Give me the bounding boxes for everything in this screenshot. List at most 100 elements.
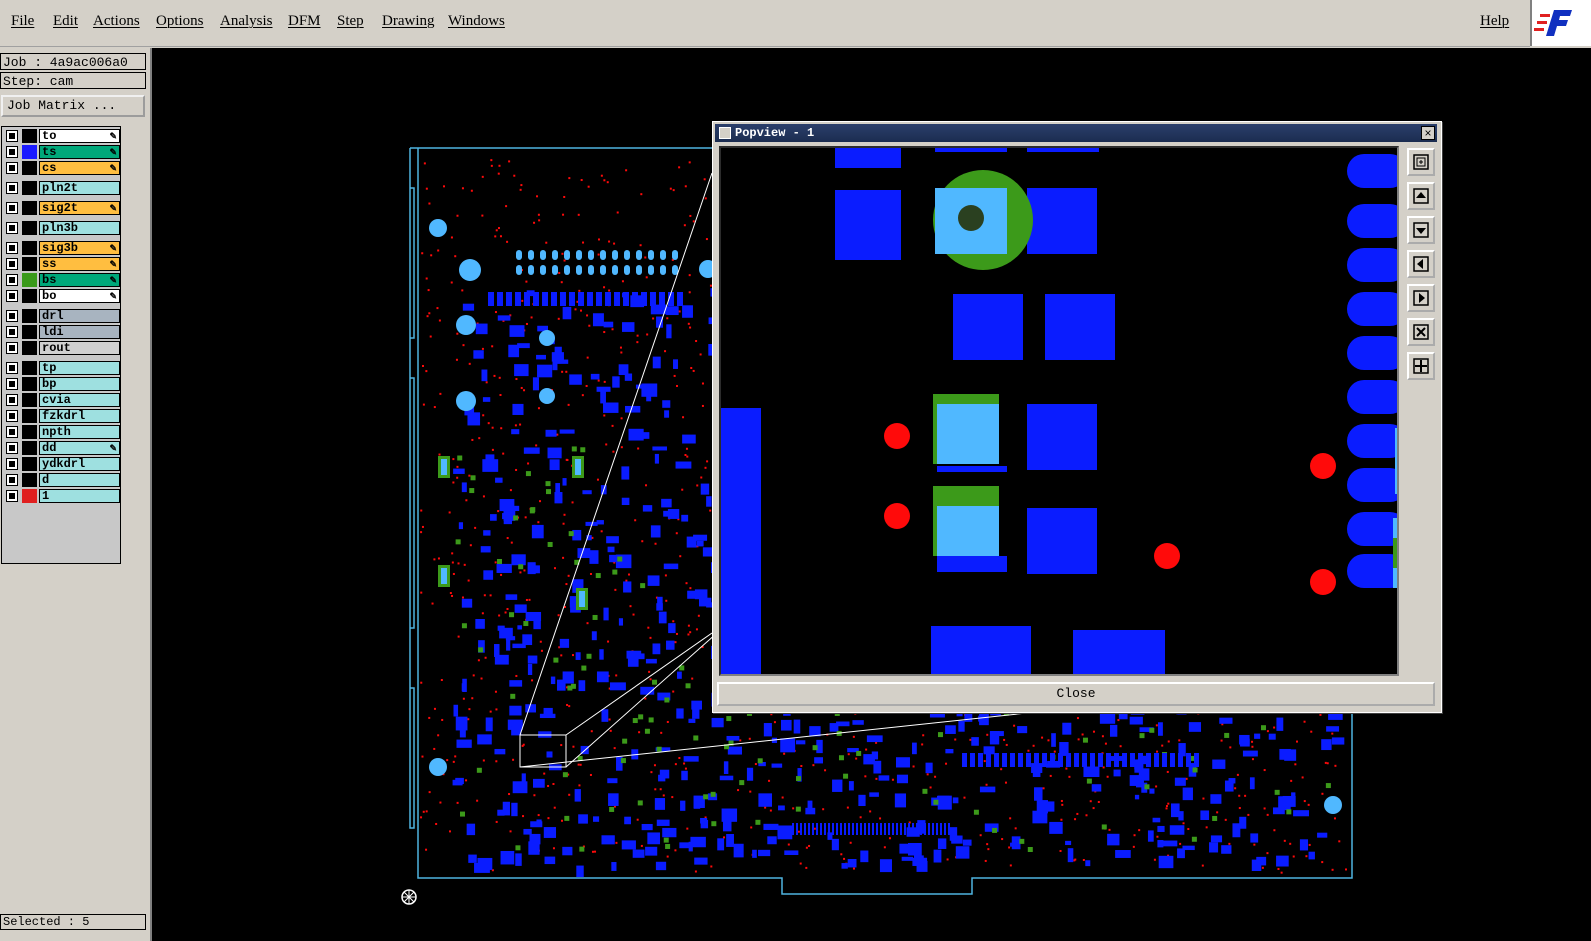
layer-row-npth[interactable]: npth [4,425,120,439]
layer-checkbox[interactable] [6,274,18,286]
popview-titlebar[interactable]: Popview - 1 × [715,124,1437,142]
layer-name[interactable]: tp [39,361,120,375]
layer-name[interactable]: 1 [39,489,120,503]
menu-step[interactable]: Step [337,13,364,30]
menu-dfm[interactable]: DFM [288,13,321,30]
layer-row-cvia[interactable]: cvia [4,393,120,407]
menu-options[interactable]: Options [156,13,204,30]
layer-row-sig2t[interactable]: sig2t ✎ [4,201,120,215]
layer-color-swatch[interactable] [22,473,37,487]
layer-row-cs[interactable]: cs ✎ [4,161,120,175]
layer-checkbox[interactable] [6,394,18,406]
layer-checkbox[interactable] [6,202,18,214]
layer-name[interactable]: pln3b [39,221,120,235]
layer-checkbox[interactable] [6,258,18,270]
layer-color-swatch[interactable] [22,289,37,303]
layer-color-swatch[interactable] [22,409,37,423]
layer-name[interactable]: bo ✎ [39,289,120,303]
layer-checkbox[interactable] [6,146,18,158]
job-matrix-button[interactable]: Job Matrix ... [1,95,145,117]
layer-name[interactable]: ts ✎ [39,145,120,159]
layer-checkbox[interactable] [6,326,18,338]
pan-right-icon[interactable] [1407,284,1435,312]
close-icon[interactable]: × [1421,126,1435,140]
layer-color-swatch[interactable] [22,361,37,375]
zoom-fit-icon[interactable] [1407,318,1435,346]
layer-row-tp[interactable]: tp [4,361,120,375]
layer-color-swatch[interactable] [22,341,37,355]
layer-checkbox[interactable] [6,310,18,322]
layer-row-d[interactable]: d [4,473,120,487]
layer-color-swatch[interactable] [22,129,37,143]
layer-row-to[interactable]: to ✎ [4,129,120,143]
layer-color-swatch[interactable] [22,489,37,503]
layer-checkbox[interactable] [6,222,18,234]
menu-edit[interactable]: Edit [53,13,78,30]
layer-checkbox[interactable] [6,442,18,454]
layer-row-sig3b[interactable]: sig3b ✎ [4,241,120,255]
layer-checkbox[interactable] [6,162,18,174]
layer-row-ts[interactable]: ts ✎ [4,145,120,159]
layer-color-swatch[interactable] [22,309,37,323]
layer-color-swatch[interactable] [22,425,37,439]
layer-name[interactable]: cs ✎ [39,161,120,175]
menu-windows[interactable]: Windows [448,13,505,30]
layer-row-bo[interactable]: bo ✎ [4,289,120,303]
layer-name[interactable]: pln2t [39,181,120,195]
layer-color-swatch[interactable] [22,241,37,255]
layer-name[interactable]: to ✎ [39,129,120,143]
layer-row-ldi[interactable]: ldi [4,325,120,339]
layer-checkbox[interactable] [6,378,18,390]
layer-name[interactable]: sig3b ✎ [39,241,120,255]
layer-name[interactable]: rout [39,341,120,355]
layer-row-pln2t[interactable]: pln2t [4,181,120,195]
layer-name[interactable]: bp [39,377,120,391]
layer-row-ydkdrl[interactable]: ydkdrl [4,457,120,471]
layer-color-swatch[interactable] [22,181,37,195]
layer-color-swatch[interactable] [22,257,37,271]
layer-color-swatch[interactable] [22,161,37,175]
layer-checkbox[interactable] [6,458,18,470]
close-button[interactable]: Close [717,682,1435,706]
layer-name[interactable]: sig2t ✎ [39,201,120,215]
layer-name[interactable]: fzkdrl [39,409,120,423]
layer-name[interactable]: drl [39,309,120,323]
layer-color-swatch[interactable] [22,221,37,235]
layer-row-bs[interactable]: bs ✎ [4,273,120,287]
layer-row-drl[interactable]: drl [4,309,120,323]
layer-row-fzkdrl[interactable]: fzkdrl [4,409,120,423]
layer-name[interactable]: bs ✎ [39,273,120,287]
pan-left-icon[interactable] [1407,250,1435,278]
menu-file[interactable]: File [11,13,34,30]
layer-name[interactable]: cvia [39,393,120,407]
menu-help[interactable]: Help [1480,13,1509,30]
layer-row-rout[interactable]: rout [4,341,120,355]
layer-name[interactable]: d [39,473,120,487]
layer-checkbox[interactable] [6,342,18,354]
popview-zoom-view[interactable] [719,146,1399,676]
layer-name[interactable]: ss ✎ [39,257,120,271]
layer-checkbox[interactable] [6,130,18,142]
layer-row-pln3b[interactable]: pln3b [4,221,120,235]
menu-actions[interactable]: Actions [93,13,140,30]
pan-up-icon[interactable] [1407,182,1435,210]
layer-name[interactable]: ldi [39,325,120,339]
layer-color-swatch[interactable] [22,393,37,407]
layer-color-swatch[interactable] [22,273,37,287]
layer-name[interactable]: ydkdrl [39,457,120,471]
layer-checkbox[interactable] [6,182,18,194]
layer-color-swatch[interactable] [22,457,37,471]
layer-row-dd[interactable]: dd ✎ [4,441,120,455]
pan-down-icon[interactable] [1407,216,1435,244]
layer-checkbox[interactable] [6,426,18,438]
layer-checkbox[interactable] [6,242,18,254]
layer-checkbox[interactable] [6,290,18,302]
layer-color-swatch[interactable] [22,145,37,159]
layer-row-ss[interactable]: ss ✎ [4,257,120,271]
layer-color-swatch[interactable] [22,201,37,215]
zoom-in-icon[interactable] [1407,148,1435,176]
layer-row-1[interactable]: 1 [4,489,120,503]
menu-analysis[interactable]: Analysis [220,13,273,30]
zoom-out-icon[interactable] [1407,352,1435,380]
layer-checkbox[interactable] [6,490,18,502]
